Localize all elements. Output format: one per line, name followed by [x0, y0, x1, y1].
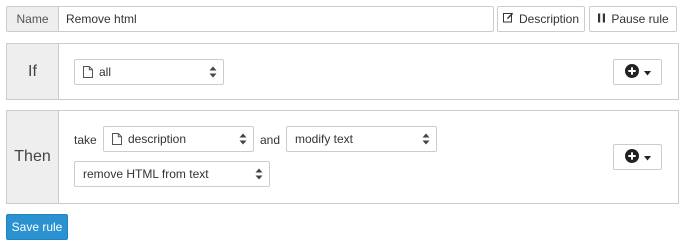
then-operation-select[interactable]: remove HTML from text: [74, 161, 270, 187]
then-section: Then take description and modify text re…: [6, 110, 679, 204]
document-icon: [112, 133, 122, 145]
take-word: take: [74, 133, 97, 147]
then-field-select-value: description: [128, 132, 187, 146]
document-icon: [83, 66, 93, 78]
and-word: and: [260, 133, 281, 147]
name-label: Name: [6, 6, 59, 32]
then-field-select[interactable]: description: [103, 126, 254, 152]
then-action-select-value: modify text: [295, 132, 354, 146]
pause-rule-button-label: Pause rule: [611, 12, 669, 26]
then-operation-select-value: remove HTML from text: [83, 167, 209, 181]
then-add-action-button[interactable]: [613, 144, 662, 170]
plus-circle-icon: [624, 63, 639, 81]
if-section: If all: [6, 43, 679, 100]
sort-arrows-icon: [422, 133, 430, 148]
if-field-select[interactable]: all: [74, 59, 224, 85]
sort-arrows-icon: [209, 66, 217, 81]
edit-icon: [502, 12, 514, 26]
caret-down-icon: [643, 65, 651, 79]
rule-name-input[interactable]: [58, 6, 494, 32]
pause-rule-button[interactable]: Pause rule: [589, 6, 677, 32]
rule-header: Name Description Pause rule: [6, 6, 680, 32]
description-button-label: Description: [518, 12, 580, 26]
then-label: Then: [7, 111, 59, 203]
if-label: If: [7, 44, 59, 99]
sort-arrows-icon: [255, 168, 263, 183]
if-add-condition-button[interactable]: [613, 59, 662, 85]
then-action-select[interactable]: modify text: [286, 126, 437, 152]
sort-arrows-icon: [239, 133, 247, 148]
description-button[interactable]: Description: [497, 6, 585, 32]
if-field-select-value: all: [99, 65, 112, 79]
plus-circle-icon: [624, 148, 639, 166]
save-rule-button[interactable]: Save rule: [6, 214, 68, 240]
pause-icon: [597, 12, 606, 26]
caret-down-icon: [643, 150, 651, 164]
